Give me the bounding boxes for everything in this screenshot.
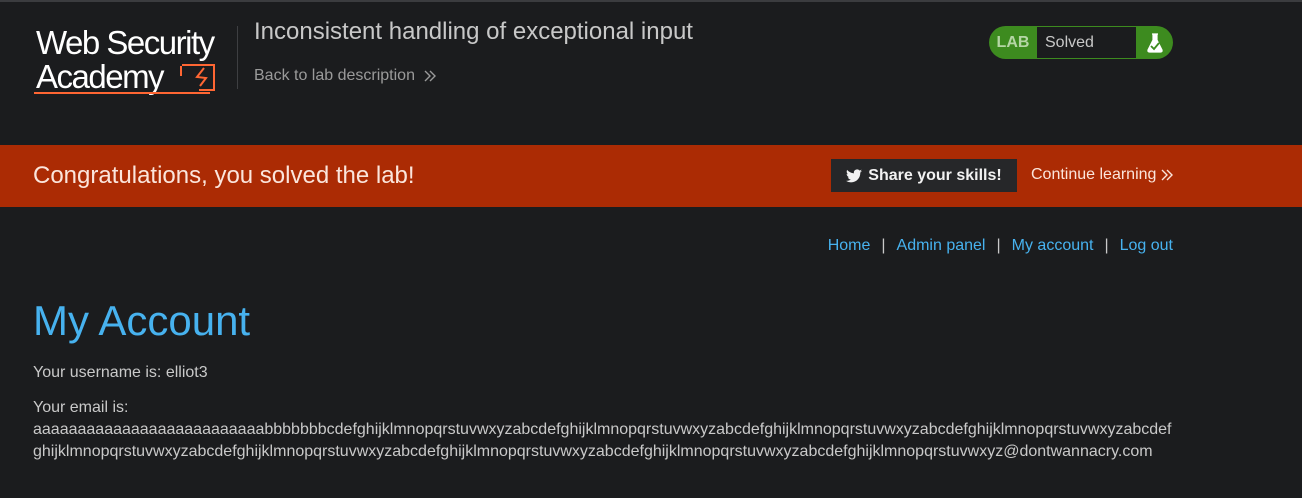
back-link-label: Back to lab description bbox=[254, 67, 415, 84]
logo-line-2: Academy bbox=[36, 58, 165, 95]
double-chevron-right-icon bbox=[424, 70, 436, 82]
continue-learning-label: Continue learning bbox=[1031, 166, 1157, 183]
lab-badge: LAB bbox=[996, 33, 1030, 51]
nav-separator: | bbox=[1104, 237, 1109, 254]
header: Web Security Academy Inconsistent handli… bbox=[0, 2, 1302, 145]
lab-title: Inconsistent handling of exceptional inp… bbox=[254, 18, 693, 45]
account-nav: Home | Admin panel | My account | Log ou… bbox=[828, 237, 1173, 255]
nav-admin-panel-link[interactable]: Admin panel bbox=[897, 237, 986, 255]
status-icon-wrap bbox=[1136, 32, 1173, 53]
lab-status-text: Solved bbox=[1037, 27, 1136, 58]
back-to-lab-description-link[interactable]: Back to lab description bbox=[254, 67, 437, 85]
nav-log-out-link[interactable]: Log out bbox=[1120, 237, 1173, 255]
congratulations-message: Congratulations, you solved the lab! bbox=[33, 162, 415, 189]
twitter-icon bbox=[846, 168, 863, 182]
flask-icon bbox=[1146, 32, 1163, 53]
email-label: Your email is: bbox=[33, 399, 129, 416]
lab-status-widget: LAB Solved bbox=[989, 26, 1173, 59]
web-security-academy-logo[interactable]: Web Security Academy bbox=[34, 24, 234, 96]
page-title: My Account bbox=[33, 297, 251, 344]
double-chevron-right-icon bbox=[1161, 169, 1174, 181]
share-button-label: Share your skills! bbox=[868, 166, 1002, 184]
continue-learning-link[interactable]: Continue learning bbox=[1031, 166, 1174, 184]
nav-my-account-link[interactable]: My account bbox=[1012, 237, 1094, 255]
nav-separator: | bbox=[881, 237, 886, 254]
email-value: aaaaaaaaaaaaaaaaaaaaaaaaaabbbbbbbcdefghi… bbox=[33, 421, 1172, 460]
solved-banner: Congratulations, you solved the lab! Sha… bbox=[0, 145, 1302, 207]
username-text: Your username is: elliot3 bbox=[33, 364, 208, 381]
logo-line-1: Web Security bbox=[36, 24, 216, 61]
share-skills-button[interactable]: Share your skills! bbox=[831, 159, 1017, 192]
nav-separator: | bbox=[996, 237, 1001, 254]
nav-home-link[interactable]: Home bbox=[828, 237, 871, 255]
header-divider bbox=[237, 26, 238, 89]
email-section: Your email is: aaaaaaaaaaaaaaaaaaaaaaaaa… bbox=[33, 397, 1178, 463]
